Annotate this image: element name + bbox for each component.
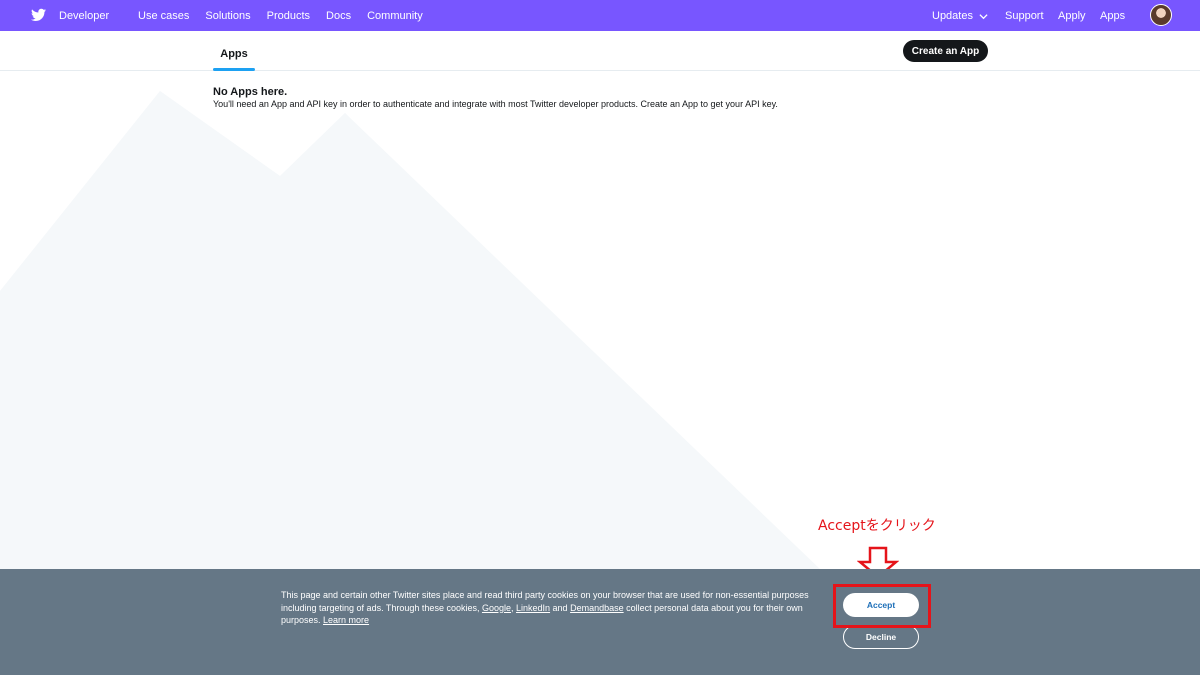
avatar[interactable] [1150, 4, 1172, 26]
apps-subheader [0, 31, 1200, 71]
top-navigation: Developer Use cases Solutions Products D… [0, 0, 1200, 31]
primary-nav: Use cases Solutions Products Docs Commun… [138, 10, 439, 22]
empty-state-description: You'll need an App and API key in order … [213, 99, 778, 109]
tab-active-indicator [213, 68, 255, 71]
cookie-link-demandbase[interactable]: Demandbase [570, 603, 624, 613]
empty-state-title: No Apps here. [213, 86, 288, 98]
cookie-text-sep: and [550, 602, 571, 613]
annotation-highlight-box [833, 584, 931, 628]
nav-products[interactable]: Products [267, 10, 310, 22]
create-app-button[interactable]: Create an App [903, 40, 988, 62]
twitter-bird-icon[interactable] [31, 8, 46, 22]
nav-support[interactable]: Support [1005, 10, 1044, 22]
chevron-down-icon [979, 13, 988, 19]
nav-updates-menu[interactable]: Updates [932, 10, 988, 22]
brand-developer-link[interactable]: Developer [59, 10, 109, 22]
cookie-link-linkedin[interactable]: LinkedIn [516, 603, 550, 613]
cookie-banner: This page and certain other Twitter site… [0, 569, 1200, 675]
nav-solutions[interactable]: Solutions [205, 10, 250, 22]
nav-use-cases[interactable]: Use cases [138, 10, 189, 22]
nav-docs[interactable]: Docs [326, 10, 351, 22]
decline-cookies-button[interactable]: Decline [843, 625, 919, 649]
nav-apply[interactable]: Apply [1058, 10, 1086, 22]
nav-apps[interactable]: Apps [1100, 10, 1125, 22]
annotation-label: Acceptをクリック [818, 518, 936, 534]
nav-updates-label: Updates [932, 10, 973, 22]
cookie-link-learn-more[interactable]: Learn more [323, 615, 369, 625]
cookie-notice-text: This page and certain other Twitter site… [281, 589, 836, 627]
cookie-link-google[interactable]: Google [482, 603, 511, 613]
nav-community[interactable]: Community [367, 10, 423, 22]
tab-apps-label: Apps [220, 48, 248, 60]
tab-apps[interactable]: Apps [213, 31, 255, 71]
